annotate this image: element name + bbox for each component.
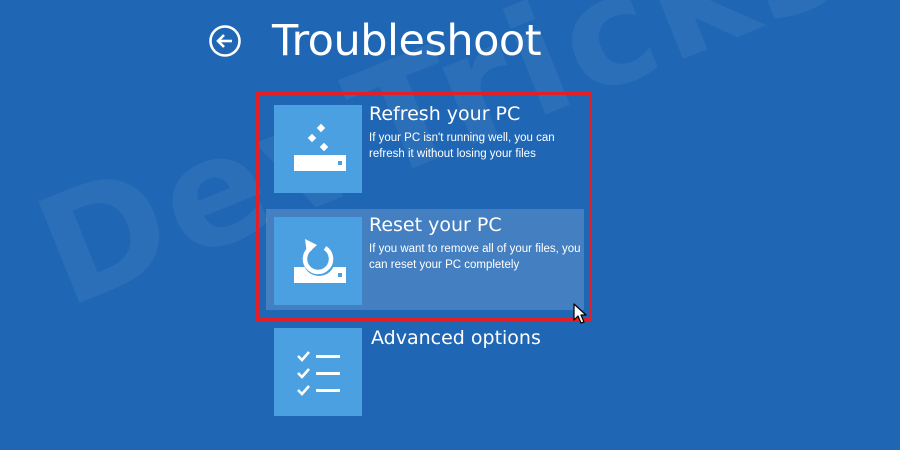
advanced-options-tile bbox=[274, 328, 362, 416]
back-button[interactable] bbox=[209, 25, 241, 57]
checklist-icon bbox=[297, 351, 340, 396]
page-title: Troubleshoot bbox=[272, 16, 542, 66]
selection-highlight-box bbox=[256, 92, 592, 321]
mouse-cursor-icon bbox=[573, 303, 587, 324]
advanced-options-title: Advanced options bbox=[371, 327, 541, 349]
back-arrow-icon bbox=[209, 25, 241, 57]
advanced-options-option[interactable]: Advanced options bbox=[266, 322, 584, 420]
